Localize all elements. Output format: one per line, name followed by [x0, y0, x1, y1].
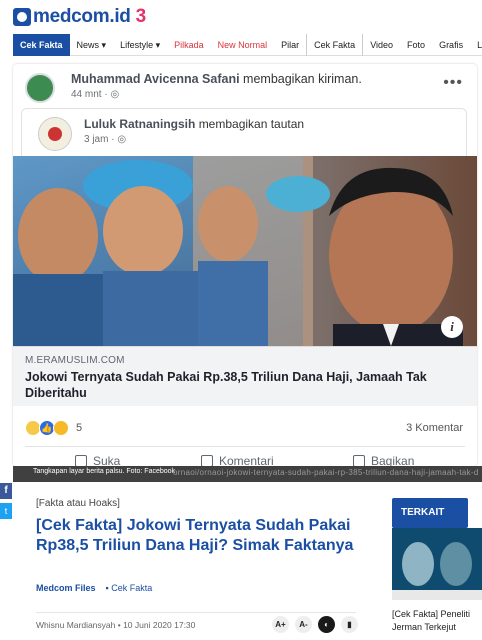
nav-item-news[interactable]: News ▾	[70, 34, 114, 56]
nav-item-pilkada[interactable]: Pilkada	[167, 34, 211, 56]
nav-item-pilar[interactable]: Pilar	[274, 34, 306, 56]
related-thumbnail	[392, 528, 482, 600]
font-increase-button[interactable]: A+	[272, 616, 289, 633]
related-box: TERKAIT [Cek Fakta] Peneliti Jerman Terk…	[392, 498, 482, 634]
twitter-share-icon[interactable]: t	[0, 503, 12, 519]
site-header: medcom.id 3	[0, 0, 482, 34]
share-button[interactable]: Bagikan	[353, 454, 414, 466]
nav-item-lifestyle[interactable]: Lifestyle ▾	[113, 34, 167, 56]
nav-item-cek-fakta-home[interactable]: Cek Fakta	[13, 33, 70, 56]
article-header: [Fakta atau Hoaks] [Cek Fakta] Jokowi Te…	[36, 498, 376, 555]
link-preview[interactable]: M.ERAMUSLIM.COM Jokowi Ternyata Sudah Pa…	[13, 346, 477, 406]
nav-item-new-normal[interactable]: New Normal	[211, 34, 275, 56]
reactions[interactable]: 👍 5	[25, 420, 82, 436]
comment-button[interactable]: Komentari	[201, 454, 274, 466]
article-category[interactable]: ▪ Cek Fakta	[106, 583, 153, 593]
more-icon: •••	[443, 74, 463, 91]
link-title: Jokowi Ternyata Sudah Pakai Rp.38,5 Tril…	[25, 370, 427, 400]
facebook-post-screenshot: Muhammad Avicenna Safani membagikan kiri…	[13, 64, 477, 466]
comment-icon	[201, 455, 213, 466]
nav-item-cek-fakta[interactable]: Cek Fakta	[306, 33, 364, 56]
dark-mode-button[interactable]: ◐	[318, 616, 335, 633]
like-icon	[75, 455, 87, 466]
link-domain: M.ERAMUSLIM.COM	[25, 355, 125, 366]
shared-avatar	[38, 117, 72, 151]
font-decrease-button[interactable]: A-	[295, 616, 312, 633]
nav-item-more[interactable]: L	[470, 34, 482, 56]
facebook-share-icon[interactable]: f	[0, 483, 12, 499]
article-source[interactable]: Medcom Files	[36, 583, 96, 593]
article-tools: A+ A- ◐ ▮	[272, 616, 358, 633]
post-time: 44 mnt · ◎	[71, 89, 120, 100]
article-meta: Medcom Files ▪ Cek Fakta	[36, 583, 152, 593]
related-title[interactable]: [Cek Fakta] Peneliti Jerman Terkejut	[392, 608, 482, 634]
image-caption-bar: Tangkapan layar berita palsu. Foto: Face…	[13, 466, 482, 482]
article-category-label: Cek Fakta	[111, 583, 153, 593]
nav-item-foto[interactable]: Foto	[400, 34, 432, 56]
reaction-count: 5	[76, 422, 83, 434]
caption-url: ornaoi/ornaoi-jokowi-ternyata-sudah-paka…	[173, 468, 479, 477]
nav-item-video[interactable]: Video	[363, 34, 400, 56]
article-headline: [Cek Fakta] Jokowi Ternyata Sudah Pakai …	[36, 517, 354, 554]
comment-count[interactable]: 3 Komentar	[406, 422, 463, 434]
shared-action: membagikan tautan	[198, 117, 305, 131]
nav-item-grafis[interactable]: Grafis	[432, 34, 470, 56]
like-button[interactable]: Suka	[75, 454, 120, 466]
info-icon[interactable]: i	[441, 316, 463, 338]
logo-text: medcom.id	[33, 6, 131, 27]
comment-label: Komentari	[219, 454, 274, 466]
share-label: Bagikan	[371, 454, 415, 466]
post-author: Muhammad Avicenna Safani	[71, 72, 240, 86]
related-label: TERKAIT	[392, 498, 468, 528]
logo-icon	[13, 8, 31, 26]
actions-divider	[25, 446, 465, 447]
medcom-logo[interactable]: medcom.id 3	[13, 6, 146, 28]
shared-time: 3 jam · ◎	[84, 134, 127, 145]
related-image[interactable]	[392, 528, 482, 600]
like-label: Suka	[93, 454, 121, 466]
bookmark-button[interactable]: ▮	[341, 616, 358, 633]
logo-suffix: 3	[135, 6, 147, 27]
share-icon	[353, 455, 365, 466]
haha-reaction-icon	[53, 420, 69, 436]
image-caption: Tangkapan layar berita palsu. Foto: Face…	[33, 468, 176, 475]
post-action: membagikan kiriman.	[243, 72, 362, 86]
avatar	[25, 73, 55, 103]
article-kicker: [Fakta atau Hoaks]	[36, 498, 120, 509]
shared-author: Luluk Ratnaningsih	[84, 117, 196, 131]
byline-divider	[36, 612, 356, 613]
photo-illustration	[13, 156, 477, 346]
main-nav: Cek Fakta News ▾ Lifestyle ▾ Pilkada New…	[13, 33, 482, 56]
post-photo: i	[13, 156, 477, 346]
article-byline: Whisnu Mardiansyah • 10 Juni 2020 17:30	[36, 620, 196, 630]
